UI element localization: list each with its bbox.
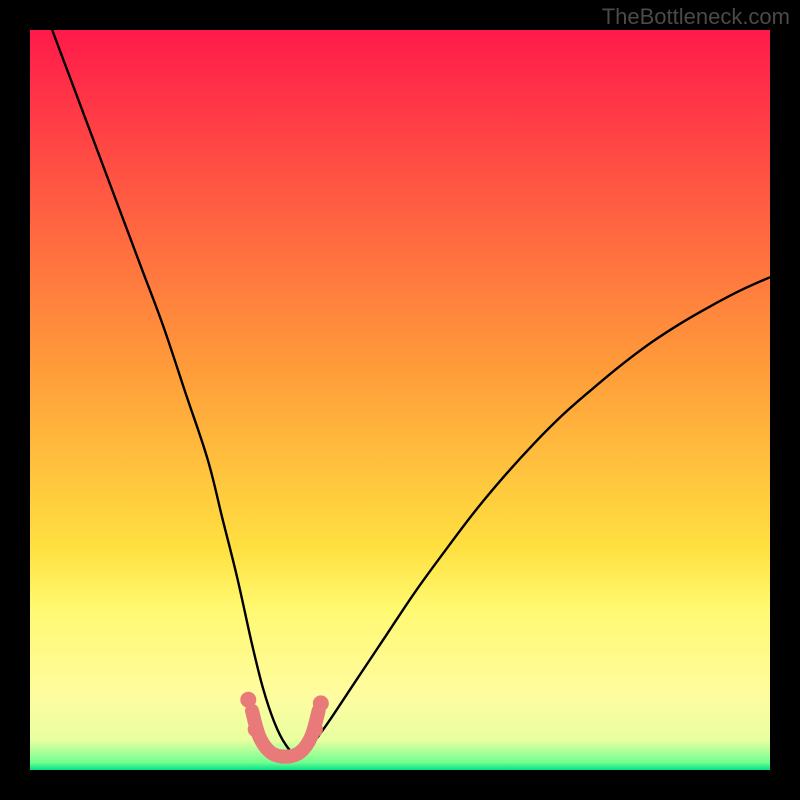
- dot-left-lower: [248, 721, 264, 737]
- dot-right-lower: [307, 721, 323, 737]
- chart-svg: [30, 30, 770, 770]
- watermark-text: TheBottleneck.com: [602, 4, 790, 30]
- dot-left-upper: [240, 692, 256, 708]
- dot-right-upper: [313, 695, 329, 711]
- plot-area: [30, 30, 770, 770]
- gradient-background: [30, 30, 770, 770]
